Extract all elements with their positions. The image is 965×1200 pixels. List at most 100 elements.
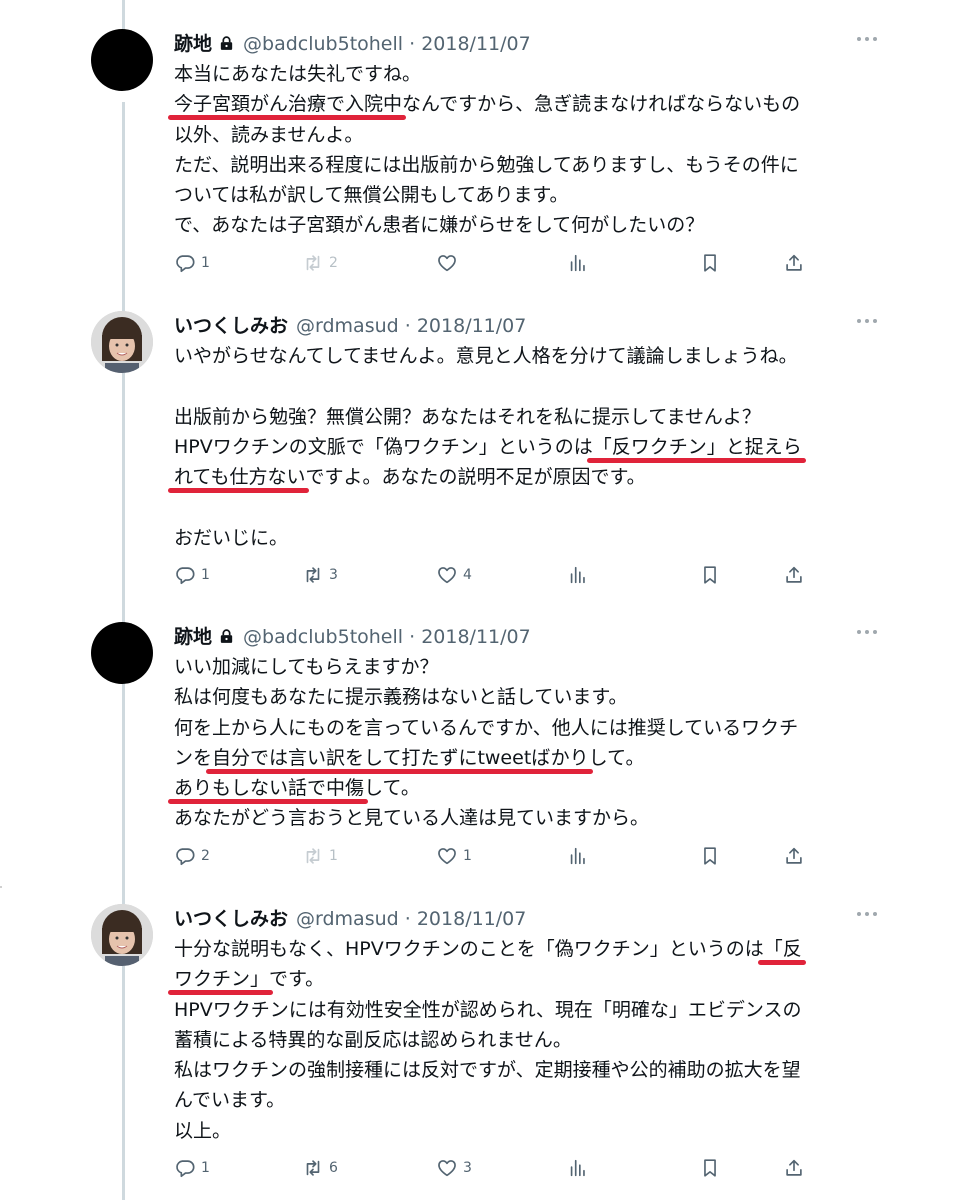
- share-button[interactable]: [783, 563, 805, 587]
- text-line: あなたがどう言おうと見ている人達は見ていますから。: [174, 803, 874, 833]
- like-count: 1: [463, 848, 472, 864]
- like-button[interactable]: [436, 251, 463, 275]
- views-button[interactable]: [567, 563, 589, 587]
- reply-button[interactable]: 2: [174, 844, 210, 868]
- user-handle[interactable]: @badclub5tohell: [243, 626, 403, 648]
- retweet-button[interactable]: 1: [302, 844, 338, 868]
- views-button[interactable]: [567, 1156, 589, 1180]
- timestamp[interactable]: 2018/11/07: [421, 33, 531, 55]
- reply-button[interactable]: 1: [174, 251, 210, 275]
- tweet-header: いつくしみお @rdmasud · 2018/11/07: [174, 904, 526, 934]
- display-name[interactable]: 跡地: [174, 33, 212, 55]
- share-button[interactable]: [783, 251, 805, 275]
- like-button[interactable]: 3: [436, 1156, 472, 1180]
- text-segment: あなたがどう言おうと見ている人達は見ていますから。: [174, 807, 650, 830]
- retweet-button[interactable]: 6: [302, 1156, 338, 1180]
- text-segment: HPVワクチンの文脈で「偽ワクチン」というのは: [174, 435, 593, 458]
- bookmark-button[interactable]: [699, 1156, 721, 1180]
- avatar[interactable]: [91, 622, 153, 684]
- tweet-header: いつくしみお @rdmasud · 2018/11/07: [174, 311, 526, 341]
- text-line: ついては私が訳して無償公開もしてあります。: [174, 180, 874, 210]
- reply-count: 1: [201, 567, 210, 583]
- text-line: 本当にあなたは失礼ですね。: [174, 59, 874, 89]
- reply-icon: [176, 848, 195, 866]
- share-button[interactable]: [783, 1156, 805, 1180]
- text-line: 私はワクチンの強制接種には反対ですが、定期接種や公的補助の拡大を望: [174, 1055, 874, 1085]
- like-icon: [438, 1160, 456, 1177]
- separator-dot: ·: [398, 908, 417, 930]
- text-segment: して。: [588, 746, 645, 769]
- reply-icon: [176, 1160, 195, 1178]
- timestamp[interactable]: 2018/11/07: [421, 626, 531, 648]
- highlighted-text: ワクチン」: [174, 968, 270, 991]
- like-button[interactable]: 1: [436, 844, 472, 868]
- reply-button[interactable]: 1: [174, 1156, 210, 1180]
- retweet-icon: [306, 848, 320, 864]
- bookmark-button[interactable]: [699, 563, 721, 587]
- text-segment: んでいます。: [174, 1089, 286, 1112]
- avatar[interactable]: [91, 904, 153, 966]
- share-button[interactable]: [783, 844, 805, 868]
- retweet-button[interactable]: 2: [302, 251, 338, 275]
- display-name[interactable]: 跡地: [174, 626, 212, 648]
- views-button[interactable]: [567, 844, 589, 868]
- lock-icon-wrap: [218, 624, 235, 654]
- text-segment: 何を上から人にものを言っているんですか、他人には推奨しているワクチ: [174, 716, 799, 739]
- user-handle[interactable]: @rdmasud: [296, 908, 399, 930]
- text-segment: 十分な説明もなく、HPVワクチンのことを「偽ワクチン」というのは: [174, 938, 764, 960]
- text-segment: いい加減にしてもらえますか？: [174, 656, 439, 678]
- text-line: HPVワクチンの文脈で「偽ワクチン」というのは「反ワクチン」と捉えら: [174, 432, 874, 462]
- more-icon[interactable]: [857, 630, 881, 638]
- bookmark-button[interactable]: [699, 844, 721, 868]
- highlighted-text: 自分では言い訳をして打たずにtweetばかり: [212, 746, 589, 769]
- bookmark-button[interactable]: [699, 251, 721, 275]
- user-handle[interactable]: @rdmasud: [296, 315, 399, 337]
- like-count: 3: [463, 1160, 472, 1176]
- text-line: HPVワクチンには有効性安全性が認められ、現在「明確な」エビデンスの: [174, 995, 874, 1025]
- views-icon: [570, 1159, 585, 1177]
- separator-dot: ·: [403, 626, 422, 648]
- text-segment: ついては私が訳して無償公開もしてあります。: [174, 184, 569, 207]
- views-button[interactable]: [567, 251, 589, 275]
- reply-count: 1: [201, 255, 210, 271]
- tweet-actions: 12: [174, 251, 814, 275]
- text-line: で、あなたは子宮頚がん患者に嫌がらせをして何がしたいの？: [174, 210, 874, 240]
- text-line: 蓄積による特異的な副反応は認められません。: [174, 1025, 874, 1055]
- text-line: 今子宮頚がん治療で入院中なんですから、急ぎ読まなければならないもの: [174, 89, 874, 119]
- views-icon: [570, 254, 585, 272]
- more-icon[interactable]: [857, 37, 881, 45]
- reply-button[interactable]: 1: [174, 563, 210, 587]
- timestamp[interactable]: 2018/11/07: [417, 908, 527, 930]
- tweet-text: いい加減にしてもらえますか？ 私は何度もあなたに提示義務はないと話しています。 何を…: [174, 652, 874, 834]
- retweet-button[interactable]: 3: [302, 563, 338, 587]
- reply-count: 1: [201, 1160, 210, 1176]
- avatar[interactable]: [91, 29, 153, 91]
- avatar-photo-icon: [91, 311, 153, 373]
- reply-count: 2: [201, 848, 210, 864]
- lock-icon: [220, 629, 233, 643]
- retweet-count: 1: [329, 848, 338, 864]
- more-icon[interactable]: [857, 319, 881, 327]
- text-segment: 以上。: [174, 1119, 232, 1142]
- text-segment: 本当にあなたは失礼ですね。: [174, 63, 422, 85]
- display-name[interactable]: いつくしみお: [174, 908, 288, 930]
- text-segment: です。: [269, 968, 325, 991]
- text-line: ワクチン」です。: [174, 964, 874, 994]
- share-icon: [786, 1159, 802, 1176]
- highlighted-text: 「反: [763, 938, 802, 960]
- timestamp[interactable]: 2018/11/07: [417, 315, 527, 337]
- like-button[interactable]: 4: [436, 563, 472, 587]
- lock-icon-wrap: [218, 31, 235, 61]
- text-line: ンを自分では言い訳をして打たずにtweetばかりして。: [174, 743, 874, 773]
- like-icon: [438, 255, 456, 272]
- retweet-count: 2: [329, 255, 338, 271]
- text-line: ただ、説明出来る程度には出版前から勉強してありますし、もうその件に: [174, 150, 874, 180]
- text-segment: おだいじに。: [174, 526, 289, 549]
- avatar[interactable]: [91, 311, 153, 373]
- user-handle[interactable]: @badclub5tohell: [243, 33, 403, 55]
- like-count: 4: [463, 567, 472, 583]
- more-icon[interactable]: [857, 912, 881, 920]
- text-segment: 以外、読みませんよ。: [174, 123, 364, 146]
- display-name[interactable]: いつくしみお: [174, 315, 288, 337]
